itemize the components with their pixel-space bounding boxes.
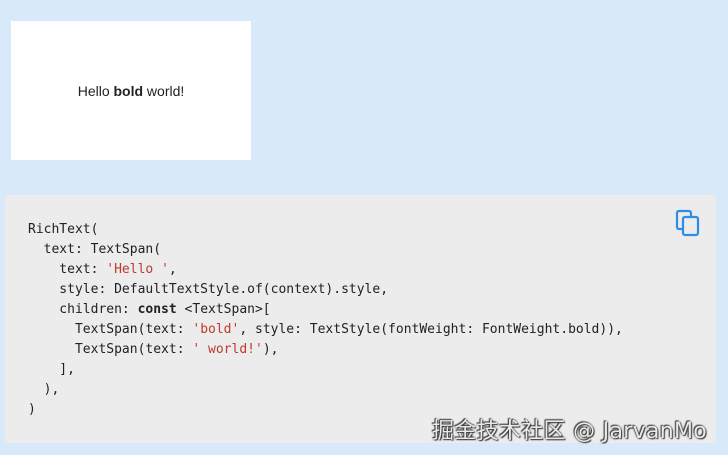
code-string: ' world!' (192, 342, 263, 357)
code-line: RichText( (28, 220, 623, 240)
copy-icon (675, 209, 700, 237)
code-token: style: DefaultTextStyle.of(context).styl… (28, 282, 389, 297)
page: Hello bold world! RichText( text: TextSp… (0, 0, 728, 455)
code-line: text: TextSpan( (28, 240, 623, 260)
code-token: <TextSpan>[ (176, 302, 271, 317)
code-token: RichText( (28, 222, 99, 237)
code-token: ) (28, 402, 36, 417)
watermark: 掘金技术社区 @ JarvanMo (432, 419, 707, 444)
preview-text-bold: bold (113, 82, 144, 99)
code-line: children: const <TextSpan>[ (28, 300, 623, 320)
code-keyword: const (137, 302, 177, 317)
code-block: RichText( text: TextSpan( text: 'Hello '… (5, 195, 716, 443)
code-token: text: (28, 262, 107, 277)
code-content: RichText( text: TextSpan( text: 'Hello '… (28, 220, 623, 420)
code-token: , style: TextStyle(fontWeight: FontWeigh… (239, 322, 623, 337)
code-line: TextSpan(text: ' world!'), (28, 340, 623, 360)
code-line: style: DefaultTextStyle.of(context).styl… (28, 280, 623, 300)
code-line: ], (28, 360, 623, 380)
code-token: , (168, 262, 177, 277)
code-line: ), (28, 380, 623, 400)
code-token: TextSpan(text: (28, 342, 193, 357)
preview-card: Hello bold world! (11, 21, 251, 160)
code-token: text: TextSpan( (28, 242, 162, 257)
code-line: TextSpan(text: 'bold', style: TextStyle(… (28, 320, 623, 340)
code-token: TextSpan(text: (28, 322, 193, 337)
code-token: ], (28, 362, 75, 377)
preview-text-regular: Hello (77, 82, 114, 99)
copy-button[interactable] (675, 209, 701, 237)
code-string: 'Hello ' (106, 262, 169, 277)
code-string: 'bold' (192, 322, 240, 337)
preview-text-tail: world! (143, 82, 185, 99)
preview-text: Hello bold world! (78, 83, 185, 99)
code-token: ), (262, 342, 279, 357)
code-token: ), (28, 382, 60, 397)
code-line: text: 'Hello ', (28, 260, 623, 280)
code-token: children: (28, 302, 138, 317)
